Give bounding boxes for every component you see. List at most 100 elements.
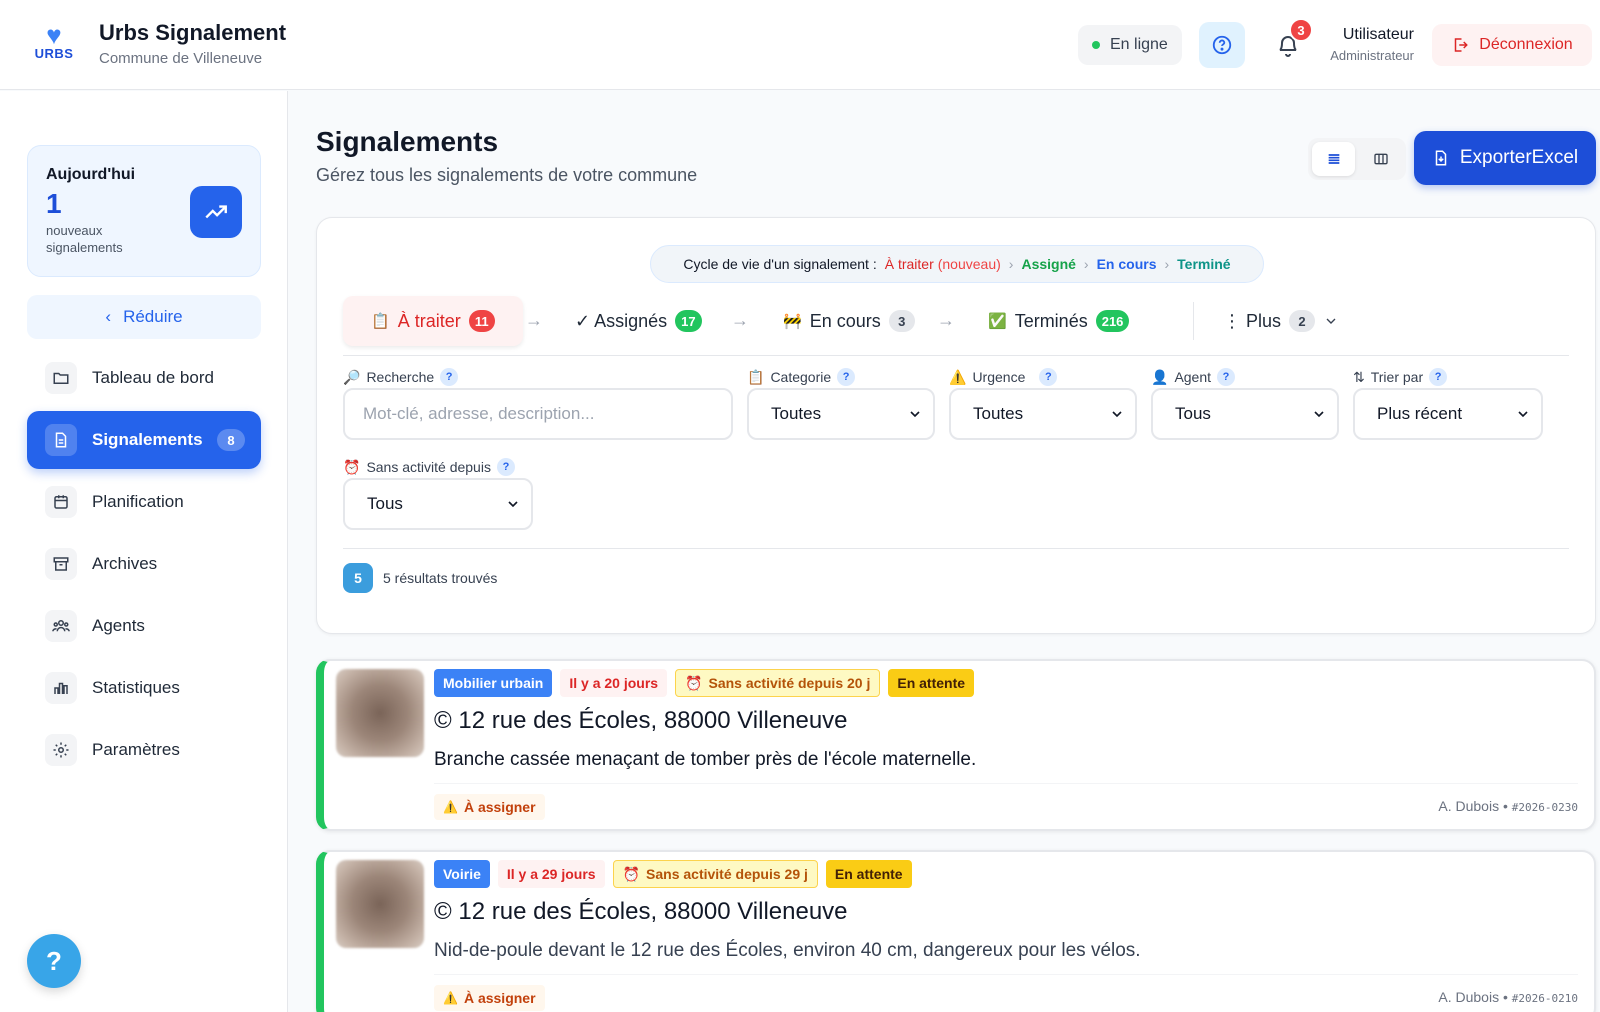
- inactivity-select[interactable]: Tous: [343, 478, 533, 530]
- agent-select[interactable]: Tous: [1151, 388, 1339, 440]
- today-label: Aujourd'hui: [46, 166, 136, 183]
- report-address: © 12 rue des Écoles, 88000 Villeneuve: [434, 898, 848, 925]
- signalements-count-badge: 8: [217, 429, 245, 451]
- assign-badge[interactable]: ⚠️ À assigner: [434, 794, 545, 820]
- chevron-down-icon: [910, 411, 920, 418]
- floating-help-button[interactable]: ?: [27, 934, 81, 988]
- status-badge: En attente: [888, 669, 975, 697]
- age-tag: Il y a 20 jours: [560, 669, 668, 697]
- sidebar-item-planification[interactable]: Planification: [27, 473, 261, 531]
- logout-icon: [1455, 38, 1469, 52]
- help-tooltip-icon[interactable]: ?: [1429, 368, 1448, 386]
- view-toggle: [1308, 138, 1406, 180]
- logout-button[interactable]: Déconnexion: [1432, 24, 1592, 66]
- chevron-down-icon: [1112, 411, 1122, 418]
- warning-icon: ⚠️: [443, 800, 458, 814]
- sort-arrows-icon: ⇅: [1353, 368, 1365, 385]
- check-box-icon: ✅: [988, 313, 1007, 330]
- chevron-right-icon: ›: [1083, 256, 1089, 272]
- chevron-down-icon: [1314, 411, 1324, 418]
- app-header: ♥ URBS Urbs Signalement Commune de Ville…: [0, 0, 1600, 90]
- collapse-sidebar-button[interactable]: ‹ Réduire: [27, 295, 261, 339]
- age-tag: Il y a 29 jours: [497, 860, 605, 888]
- sidebar-item-agents[interactable]: Agents: [27, 597, 261, 655]
- report-footer: ⚠️ À assigner A. Dubois • #2026-0230: [434, 783, 1578, 823]
- chevron-down-icon: [1518, 411, 1528, 418]
- urgency-label: ⚠️ Urgence ?: [949, 368, 1058, 386]
- help-button[interactable]: [1199, 22, 1245, 68]
- clipboard-icon: 📋: [371, 313, 390, 330]
- today-count: 1: [46, 188, 62, 219]
- status-dot-icon: [1092, 41, 1100, 49]
- results-text: 5 résultats trouvés: [383, 570, 498, 586]
- inactivity-label: ⏰ Sans activité depuis ?: [343, 458, 515, 476]
- help-tooltip-icon[interactable]: ?: [1039, 368, 1058, 386]
- online-status: En ligne: [1078, 25, 1182, 65]
- report-description: Nid-de-poule devant le 12 rue des Écoles…: [434, 940, 1141, 961]
- sidebar-item-dashboard[interactable]: Tableau de bord: [27, 349, 261, 407]
- search-input[interactable]: Mot-clé, adresse, description...: [343, 388, 733, 440]
- today-stats-card: Aujourd'hui 1 nouveaux signalements: [27, 145, 261, 277]
- inactivity-tag: ⏰ Sans activité depuis 29 j: [612, 860, 818, 888]
- export-excel-button[interactable]: ExporterExcel: [1414, 131, 1596, 185]
- sidebar-item-signalements[interactable]: Signalements 8: [27, 411, 261, 469]
- sort-select[interactable]: Plus récent: [1353, 388, 1543, 440]
- users-icon: [45, 610, 77, 642]
- results-count-badge: 5: [343, 563, 373, 593]
- app-title: Urbs Signalement: [99, 20, 287, 45]
- warning-icon: ⚠️: [949, 368, 967, 385]
- lifecycle-banner: Cycle de vie d'un signalement : À traite…: [650, 245, 1264, 283]
- alarm-clock-icon: ⏰: [343, 458, 361, 475]
- report-agent-ref: A. Dubois • #2026-0210: [1438, 989, 1578, 1005]
- trending-up-icon: [190, 186, 242, 238]
- sidebar-item-statistiques[interactable]: Statistiques: [27, 659, 261, 717]
- document-icon: [45, 424, 77, 456]
- sidebar-item-archives[interactable]: Archives: [27, 535, 261, 593]
- help-tooltip-icon[interactable]: ?: [496, 458, 515, 476]
- assign-badge[interactable]: ⚠️ À assigner: [434, 985, 545, 1011]
- gear-icon: [45, 734, 77, 766]
- location-icon: ©: [434, 898, 452, 925]
- page-subtitle: Gérez tous les signalements de votre com…: [316, 165, 698, 185]
- list-view-button[interactable]: [1312, 142, 1355, 176]
- app-logo[interactable]: ♥ URBS: [30, 22, 78, 68]
- arrow-right-icon: →: [525, 310, 543, 330]
- chevron-down-icon: [1326, 318, 1336, 324]
- user-role: Administrateur: [1330, 48, 1414, 63]
- tab-assignes[interactable]: ✓ Assignés 17: [575, 296, 702, 346]
- report-photo[interactable]: [336, 669, 424, 757]
- tab-termines[interactable]: ✅ Terminés 216: [988, 296, 1130, 346]
- report-photo[interactable]: [336, 860, 424, 948]
- category-tag: Mobilier urbain: [434, 669, 553, 697]
- category-tag: Voirie: [434, 860, 490, 888]
- report-agent-ref: A. Dubois • #2026-0230: [1438, 798, 1578, 814]
- location-icon: ©: [434, 707, 452, 734]
- sidebar-item-parametres[interactable]: Paramètres: [27, 721, 261, 779]
- report-card[interactable]: Mobilier urbain Il y a 20 jours ⏰ Sans ac…: [316, 659, 1596, 831]
- help-tooltip-icon[interactable]: ?: [837, 368, 856, 386]
- tab-en-cours[interactable]: 🚧 En cours 3: [783, 296, 915, 346]
- search-label: 🔎 Recherche ?: [343, 368, 459, 386]
- chevron-right-icon: ›: [1008, 256, 1014, 272]
- report-description: Branche cassée menaçant de tomber près d…: [434, 749, 977, 770]
- inactivity-tag: ⏰ Sans activité depuis 20 j: [675, 669, 881, 697]
- today-description: nouveaux signalements: [46, 223, 123, 255]
- board-view-button[interactable]: [1359, 142, 1402, 176]
- notifications-badge: 3: [1289, 18, 1313, 42]
- clipboard-icon: 📋: [747, 368, 765, 385]
- warning-icon: ⚠️: [443, 991, 458, 1005]
- tab-plus[interactable]: ⋮ Plus 2: [1223, 296, 1339, 346]
- category-select[interactable]: Toutes: [747, 388, 935, 440]
- archive-icon: [45, 548, 77, 580]
- help-tooltip-icon[interactable]: ?: [1217, 368, 1236, 386]
- chevron-left-icon: ‹: [105, 307, 112, 326]
- urgency-select[interactable]: Toutes: [949, 388, 1137, 440]
- app-subtitle: Commune de Villeneuve: [99, 50, 263, 67]
- alarm-clock-icon: ⏰: [685, 674, 703, 691]
- agent-label: 👤 Agent ?: [1151, 368, 1236, 386]
- tab-a-traiter[interactable]: 📋 À traiter 11: [343, 296, 523, 346]
- sidebar: Aujourd'hui 1 nouveaux signalements ‹ Ré…: [0, 91, 288, 1012]
- help-tooltip-icon[interactable]: ?: [440, 368, 459, 386]
- magnifier-icon: 🔎: [343, 368, 361, 385]
- report-card[interactable]: Voirie Il y a 29 jours ⏰ Sans activité de…: [316, 850, 1596, 1012]
